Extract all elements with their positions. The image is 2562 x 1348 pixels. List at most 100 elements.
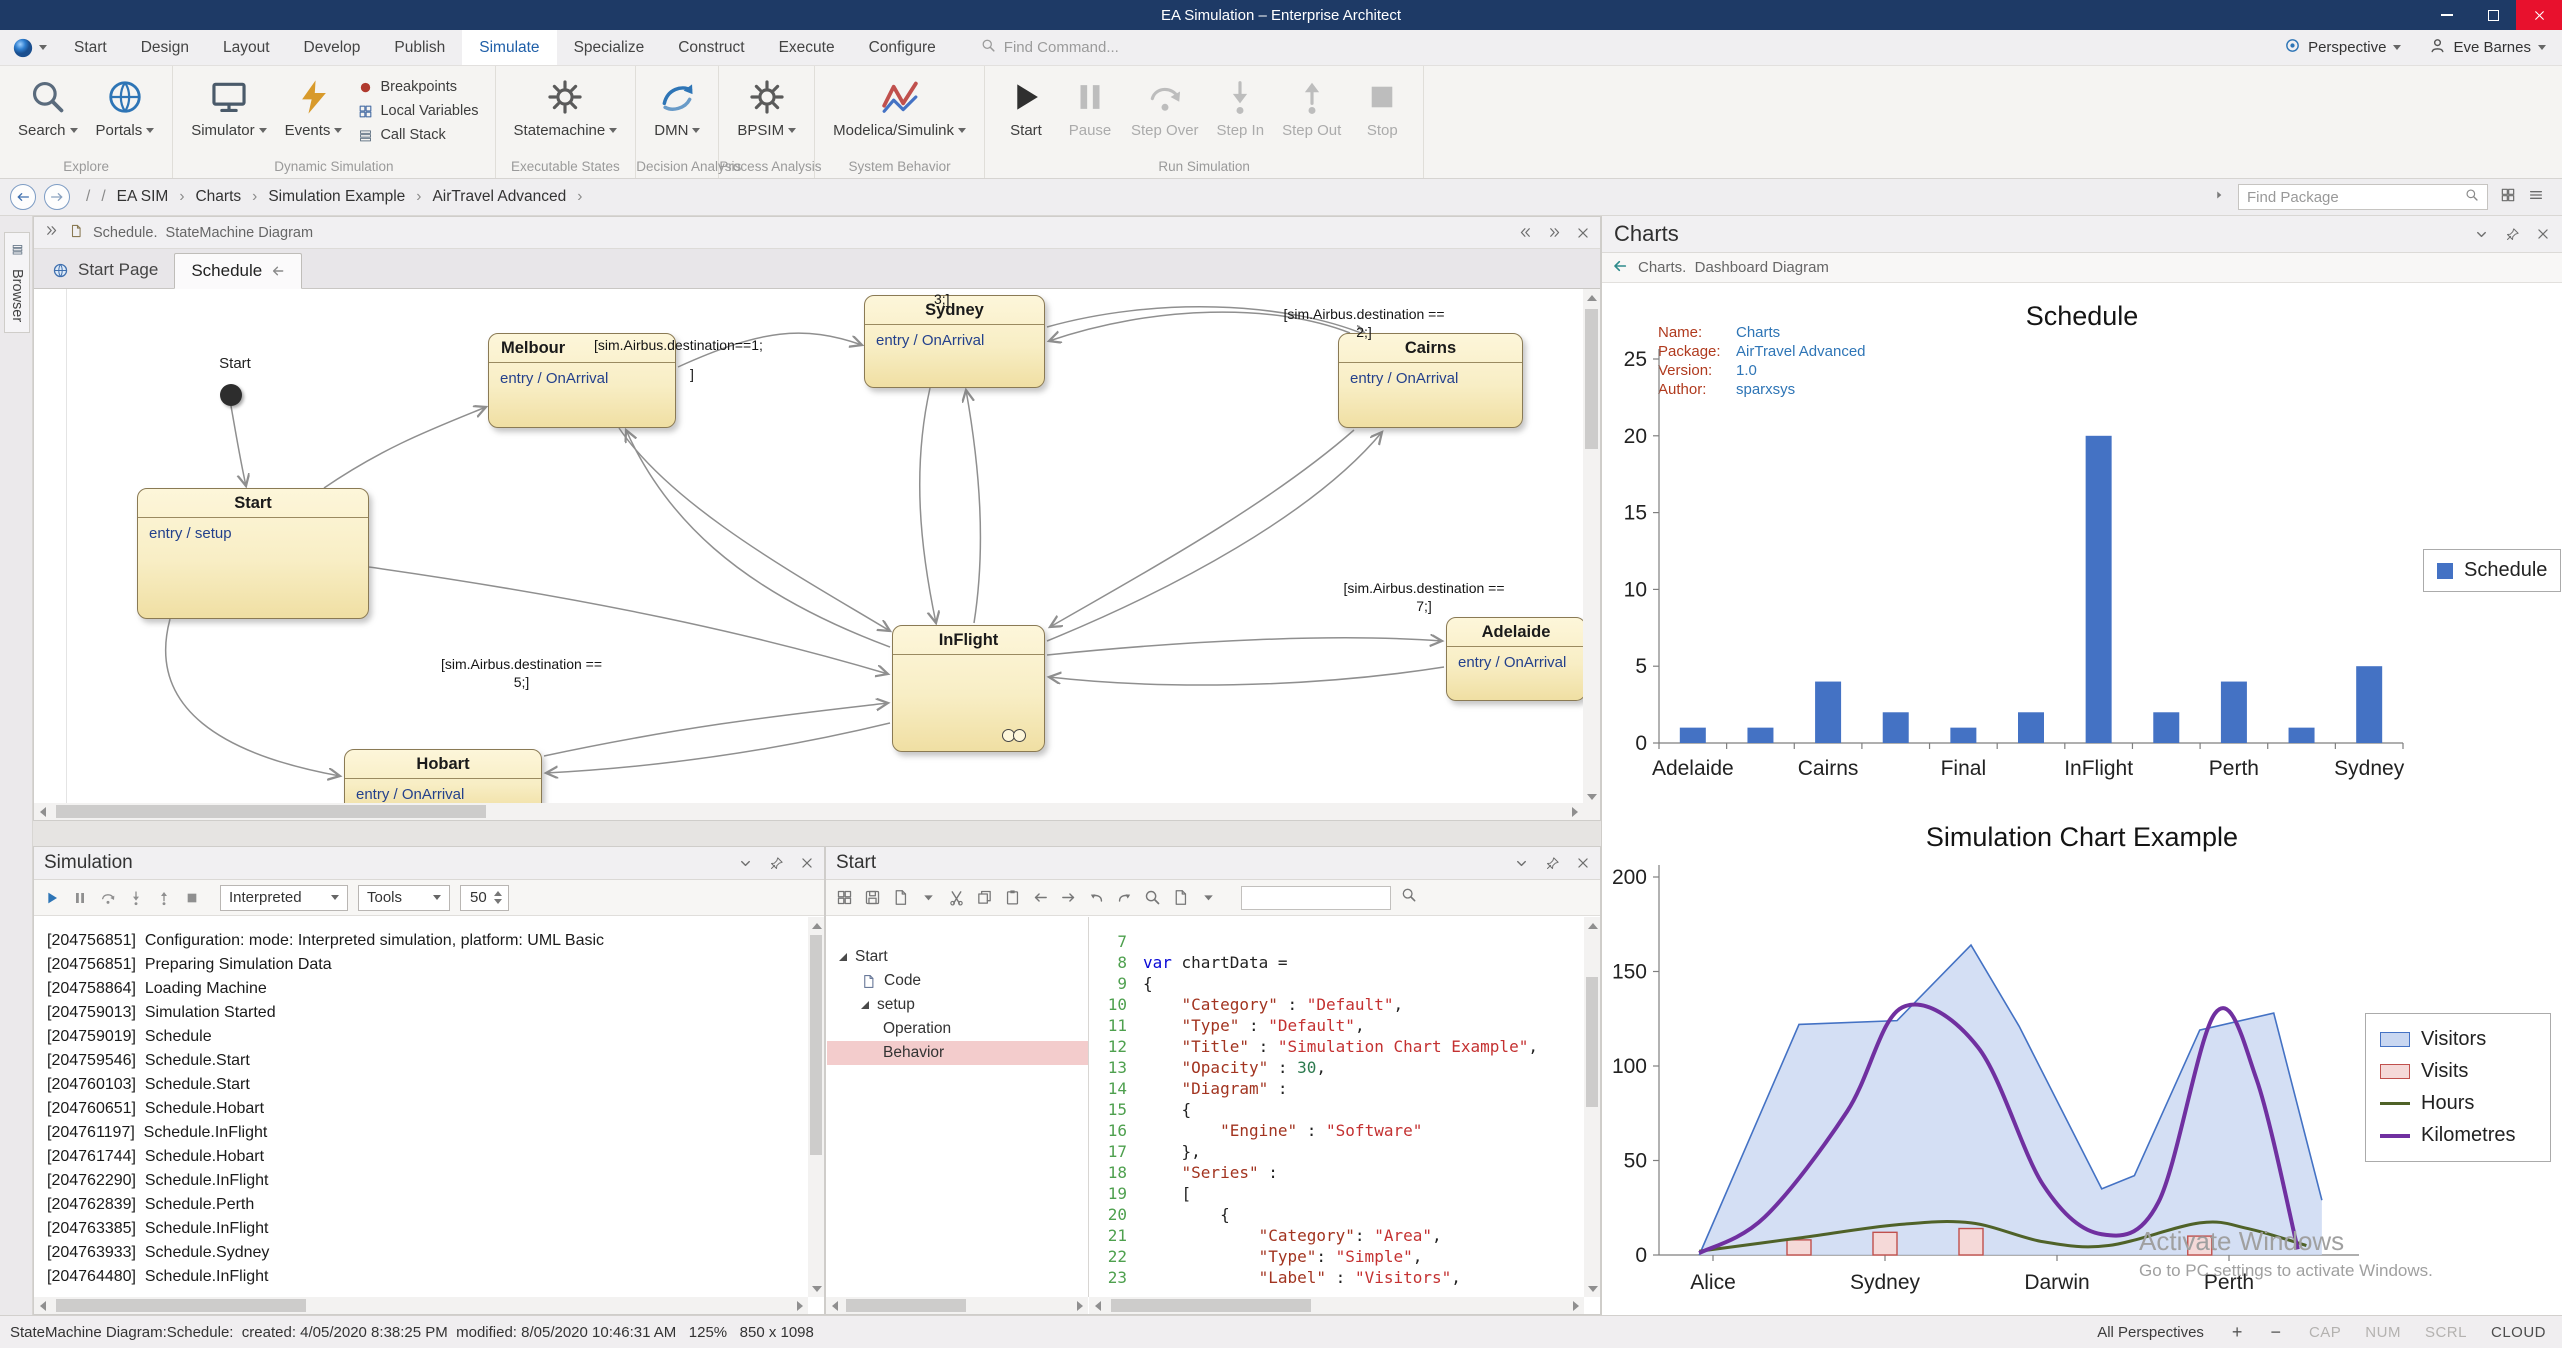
pause-icon[interactable] — [72, 890, 88, 906]
save-icon[interactable] — [864, 889, 881, 906]
browser-tab[interactable]: Browser — [4, 232, 30, 333]
breadcrumb-item[interactable]: AirTravel Advanced — [432, 188, 566, 206]
menu-tab-specialize[interactable]: Specialize — [557, 30, 662, 65]
navigate-forward-button[interactable] — [44, 184, 70, 210]
menu-tab-start[interactable]: Start — [57, 30, 124, 65]
ribbon-button-step-over[interactable]: Step Over — [1123, 74, 1207, 143]
diagram-vertical-scrollbar[interactable] — [1583, 289, 1600, 805]
tree-horizontal-scrollbar[interactable] — [826, 1297, 1088, 1314]
cut-icon[interactable] — [948, 889, 965, 906]
tree-item-setup[interactable]: setup — [827, 993, 1088, 1017]
zoom-in-button[interactable]: + — [2232, 1322, 2243, 1343]
find-command-input[interactable]: Find Command... — [981, 30, 1119, 65]
run-icon[interactable] — [44, 890, 60, 906]
step-out-icon[interactable] — [156, 890, 172, 906]
new-document-icon[interactable] — [892, 889, 909, 906]
find-package-input[interactable]: Find Package — [2238, 184, 2488, 210]
ribbon-button-statemachine[interactable]: Statemachine — [506, 74, 626, 143]
ribbon-button-bpsim[interactable]: BPSIM — [729, 74, 804, 143]
code-vertical-scrollbar[interactable] — [1584, 917, 1600, 1297]
dock-menu-icon[interactable] — [1514, 856, 1529, 871]
tools-select[interactable]: Tools — [358, 885, 450, 911]
close-pane-icon[interactable] — [800, 856, 814, 870]
close-pane-icon[interactable] — [2536, 227, 2550, 241]
dropdown-icon[interactable] — [1200, 889, 1217, 906]
navigate-forward-icon[interactable] — [1060, 889, 1077, 906]
step-over-icon[interactable] — [100, 890, 116, 906]
simulation-horizontal-scrollbar[interactable] — [34, 1297, 808, 1314]
expand-toolbar-icon[interactable] — [44, 223, 59, 238]
tree-item-code[interactable]: Code — [827, 969, 1088, 993]
simulation-log[interactable]: [204756851] Configuration: mode: Interpr… — [35, 917, 808, 1297]
more-options-icon[interactable] — [920, 889, 937, 906]
close-pane-icon[interactable] — [1576, 856, 1590, 870]
ribbon-button-step-out[interactable]: Step Out — [1274, 74, 1349, 143]
breadcrumb-item[interactable]: Simulation Example — [268, 188, 405, 206]
breadcrumb-item[interactable]: Charts — [195, 188, 241, 206]
menu-tab-execute[interactable]: Execute — [762, 30, 852, 65]
initial-node[interactable] — [220, 384, 242, 406]
state-hobart[interactable]: Hobartentry / OnArrival — [344, 749, 542, 805]
ribbon-button-step-in[interactable]: Step In — [1209, 74, 1273, 143]
perspective-menu[interactable]: Perspective — [2284, 37, 2401, 58]
ribbon-button-local-variables[interactable]: Local Variables — [358, 103, 478, 119]
ribbon-button-search[interactable]: Search — [10, 74, 86, 143]
navigate-back-button[interactable] — [10, 184, 36, 210]
all-perspectives-button[interactable]: All Perspectives — [2097, 1324, 2204, 1341]
navigate-back-icon[interactable] — [1612, 258, 1628, 274]
pin-icon[interactable] — [769, 856, 784, 871]
close-button[interactable] — [2516, 0, 2562, 30]
ribbon-button-dmn[interactable]: DMN — [646, 74, 708, 143]
dock-menu-icon[interactable] — [738, 856, 753, 871]
state-sydney[interactable]: Sydneyentry / OnArrival — [864, 295, 1045, 388]
step-in-icon[interactable] — [128, 890, 144, 906]
code-horizontal-scrollbar[interactable] — [1089, 1297, 1584, 1314]
zoom-out-button[interactable]: − — [2270, 1322, 2281, 1343]
redo-icon[interactable] — [1116, 889, 1133, 906]
simulation-mode-select[interactable]: Interpreted — [220, 885, 348, 911]
find-in-script-icon[interactable] — [1401, 887, 1417, 903]
expander-icon[interactable] — [839, 953, 847, 961]
ribbon-button-modelica-simulink[interactable]: Modelica/Simulink — [825, 74, 974, 143]
dock-menu-icon[interactable] — [2474, 227, 2489, 242]
diagram-tab-start-page[interactable]: Start Page — [36, 252, 174, 288]
expand-path-icon[interactable] — [2212, 188, 2226, 202]
menu-tab-simulate[interactable]: Simulate — [462, 30, 556, 65]
search-icon[interactable] — [1144, 889, 1161, 906]
code-editor[interactable]: 78var chartData =9{10 "Category" : "Defa… — [1089, 917, 1584, 1297]
close-diagram-icon[interactable] — [1576, 226, 1590, 240]
navigate-back-icon[interactable] — [1032, 889, 1049, 906]
stop-icon[interactable] — [184, 890, 200, 906]
ribbon-button-events[interactable]: Events — [277, 74, 351, 143]
model-views-icon[interactable] — [2500, 187, 2516, 203]
tree-item-start[interactable]: Start — [827, 945, 1088, 969]
ribbon-button-breakpoints[interactable]: Breakpoints — [358, 79, 478, 95]
menu-tab-layout[interactable]: Layout — [206, 30, 287, 65]
menu-tab-publish[interactable]: Publish — [377, 30, 462, 65]
expander-icon[interactable] — [861, 1001, 869, 1009]
tree-item-operation[interactable]: Operation — [827, 1017, 1088, 1041]
script-icon[interactable] — [1172, 889, 1189, 906]
ribbon-button-call-stack[interactable]: Call Stack — [358, 127, 478, 143]
menu-tab-construct[interactable]: Construct — [661, 30, 761, 65]
ribbon-button-stop[interactable]: Stop — [1351, 74, 1413, 143]
editor-search-input[interactable] — [1241, 886, 1391, 910]
pin-icon[interactable] — [1545, 856, 1560, 871]
state-cairns[interactable]: Cairnsentry / OnArrival — [1338, 333, 1523, 428]
diagram-tab-schedule[interactable]: Schedule — [174, 253, 302, 289]
speed-stepper[interactable]: 50 — [460, 885, 509, 911]
diagram-horizontal-scrollbar[interactable] — [34, 803, 1583, 820]
copy-icon[interactable] — [976, 889, 993, 906]
breadcrumb-item[interactable]: EA SIM — [117, 188, 169, 206]
menu-tab-configure[interactable]: Configure — [852, 30, 953, 65]
user-menu[interactable]: Eve Barnes — [2429, 37, 2546, 58]
diagram-canvas[interactable]: Start Startentry / setupMelbourentry / O… — [34, 289, 1583, 805]
ribbon-button-start[interactable]: Start — [995, 74, 1057, 143]
pin-icon[interactable] — [2505, 227, 2520, 242]
ribbon-button-pause[interactable]: Pause — [1059, 74, 1121, 143]
view-options-icon[interactable] — [836, 889, 853, 906]
paste-icon[interactable] — [1004, 889, 1021, 906]
state-inflight[interactable]: InFlight — [892, 625, 1045, 752]
scroll-tabs-left-icon[interactable] — [1518, 225, 1533, 240]
menu-tab-design[interactable]: Design — [124, 30, 206, 65]
